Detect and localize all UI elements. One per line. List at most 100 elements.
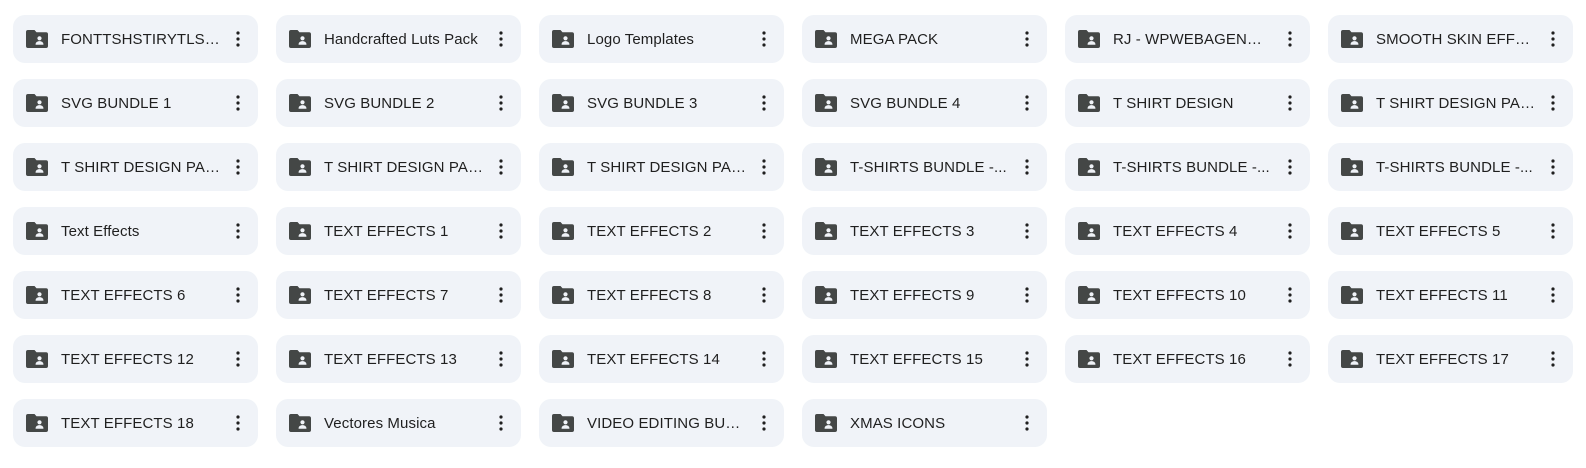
folder-tile[interactable]: Logo Templates [539,15,784,63]
folder-tile[interactable]: SMOOTH SKIN EFFECTS [1328,15,1573,63]
folder-tile[interactable]: SVG BUNDLE 3 [539,79,784,127]
folder-tile[interactable]: VIDEO EDITING BUNDLE [539,399,784,447]
folder-tile[interactable]: TEXT EFFECTS 2 [539,207,784,255]
shared-folder-icon [552,221,574,241]
more-vert-icon [1025,351,1029,367]
more-actions-button[interactable] [746,85,782,121]
more-actions-button[interactable] [483,149,519,185]
more-vert-icon [236,351,240,367]
folder-tile[interactable]: T-SHIRTS BUNDLE -... [1328,143,1573,191]
more-actions-button[interactable] [220,213,256,249]
more-actions-button[interactable] [220,149,256,185]
shared-folder-icon [1078,221,1100,241]
shared-folder-icon [289,221,311,241]
more-actions-button[interactable] [1535,21,1571,57]
folder-tile[interactable]: TEXT EFFECTS 13 [276,335,521,383]
more-actions-button[interactable] [1535,277,1571,313]
more-actions-button[interactable] [1272,21,1308,57]
shared-folder-icon [289,93,311,113]
folder-name: TEXT EFFECTS 12 [61,350,194,368]
shared-folder-icon [1078,349,1100,369]
more-actions-button[interactable] [483,21,519,57]
folder-tile[interactable]: MEGA PACK [802,15,1047,63]
more-actions-button[interactable] [1009,21,1045,57]
more-actions-button[interactable] [1272,213,1308,249]
more-vert-icon [499,159,503,175]
folder-tile[interactable]: TEXT EFFECTS 18 [13,399,258,447]
more-actions-button[interactable] [746,149,782,185]
more-actions-button[interactable] [483,85,519,121]
folder-tile[interactable]: T SHIRT DESIGN [1065,79,1310,127]
folder-tile[interactable]: Vectores Musica [276,399,521,447]
folder-tile[interactable]: TEXT EFFECTS 8 [539,271,784,319]
folder-tile[interactable]: RJ - WPWEBAGENCY... [1065,15,1310,63]
more-actions-button[interactable] [746,277,782,313]
more-actions-button[interactable] [1272,85,1308,121]
more-actions-button[interactable] [220,21,256,57]
folder-tile[interactable]: TEXT EFFECTS 14 [539,335,784,383]
more-actions-button[interactable] [1535,213,1571,249]
more-actions-button[interactable] [220,405,256,441]
folder-tile[interactable]: TEXT EFFECTS 4 [1065,207,1310,255]
folder-tile[interactable]: TEXT EFFECTS 6 [13,271,258,319]
folder-tile[interactable]: T SHIRT DESIGN PART 2 [1328,79,1573,127]
folder-tile[interactable]: TEXT EFFECTS 17 [1328,335,1573,383]
folder-tile[interactable]: XMAS ICONS [802,399,1047,447]
more-actions-button[interactable] [1009,149,1045,185]
folder-name: T SHIRT DESIGN PART 2 [1376,94,1535,112]
more-actions-button[interactable] [1535,85,1571,121]
folder-name: TEXT EFFECTS 13 [324,350,457,368]
more-actions-button[interactable] [1009,405,1045,441]
more-actions-button[interactable] [746,341,782,377]
folder-tile[interactable]: TEXT EFFECTS 1 [276,207,521,255]
more-actions-button[interactable] [1272,149,1308,185]
more-actions-button[interactable] [1535,149,1571,185]
more-actions-button[interactable] [1009,341,1045,377]
folder-tile[interactable]: TEXT EFFECTS 10 [1065,271,1310,319]
more-actions-button[interactable] [483,405,519,441]
folder-tile[interactable]: T SHIRT DESIGN PART 3 [13,143,258,191]
folder-tile[interactable]: TEXT EFFECTS 5 [1328,207,1573,255]
more-actions-button[interactable] [1272,341,1308,377]
more-actions-button[interactable] [220,277,256,313]
more-actions-button[interactable] [1009,277,1045,313]
folder-tile[interactable]: FONTTSHSTIRYTLSE... [13,15,258,63]
folder-tile[interactable]: TEXT EFFECTS 9 [802,271,1047,319]
more-vert-icon [1288,31,1292,47]
more-actions-button[interactable] [1009,85,1045,121]
more-actions-button[interactable] [1009,213,1045,249]
folder-tile[interactable]: Handcrafted Luts Pack [276,15,521,63]
folder-tile[interactable]: T-SHIRTS BUNDLE -... [1065,143,1310,191]
shared-folder-icon [815,93,837,113]
more-actions-button[interactable] [483,213,519,249]
folder-tile[interactable]: SVG BUNDLE 2 [276,79,521,127]
more-actions-button[interactable] [1535,341,1571,377]
folder-name: TEXT EFFECTS 14 [587,350,720,368]
folder-tile[interactable]: SVG BUNDLE 4 [802,79,1047,127]
more-actions-button[interactable] [746,213,782,249]
folder-name: Text Effects [61,222,140,240]
folder-tile[interactable]: T-SHIRTS BUNDLE -... [802,143,1047,191]
folder-tile[interactable]: TEXT EFFECTS 11 [1328,271,1573,319]
folder-grid: FONTTSHSTIRYTLSE... Handcrafted Luts Pac… [0,0,1586,468]
shared-folder-icon [26,413,48,433]
folder-name: TEXT EFFECTS 7 [324,286,449,304]
folder-tile[interactable]: TEXT EFFECTS 3 [802,207,1047,255]
folder-tile[interactable]: TEXT EFFECTS 15 [802,335,1047,383]
more-vert-icon [499,351,503,367]
more-actions-button[interactable] [1272,277,1308,313]
folder-tile[interactable]: SVG BUNDLE 1 [13,79,258,127]
folder-tile[interactable]: TEXT EFFECTS 12 [13,335,258,383]
folder-tile[interactable]: TEXT EFFECTS 7 [276,271,521,319]
folder-tile[interactable]: T SHIRT DESIGN PART 4 [276,143,521,191]
more-actions-button[interactable] [746,21,782,57]
more-actions-button[interactable] [220,85,256,121]
more-actions-button[interactable] [483,341,519,377]
folder-tile[interactable]: T SHIRT DESIGN PART 5 [539,143,784,191]
folder-tile[interactable]: Text Effects [13,207,258,255]
more-actions-button[interactable] [483,277,519,313]
folder-name: TEXT EFFECTS 8 [587,286,712,304]
more-actions-button[interactable] [220,341,256,377]
more-actions-button[interactable] [746,405,782,441]
folder-tile[interactable]: TEXT EFFECTS 16 [1065,335,1310,383]
